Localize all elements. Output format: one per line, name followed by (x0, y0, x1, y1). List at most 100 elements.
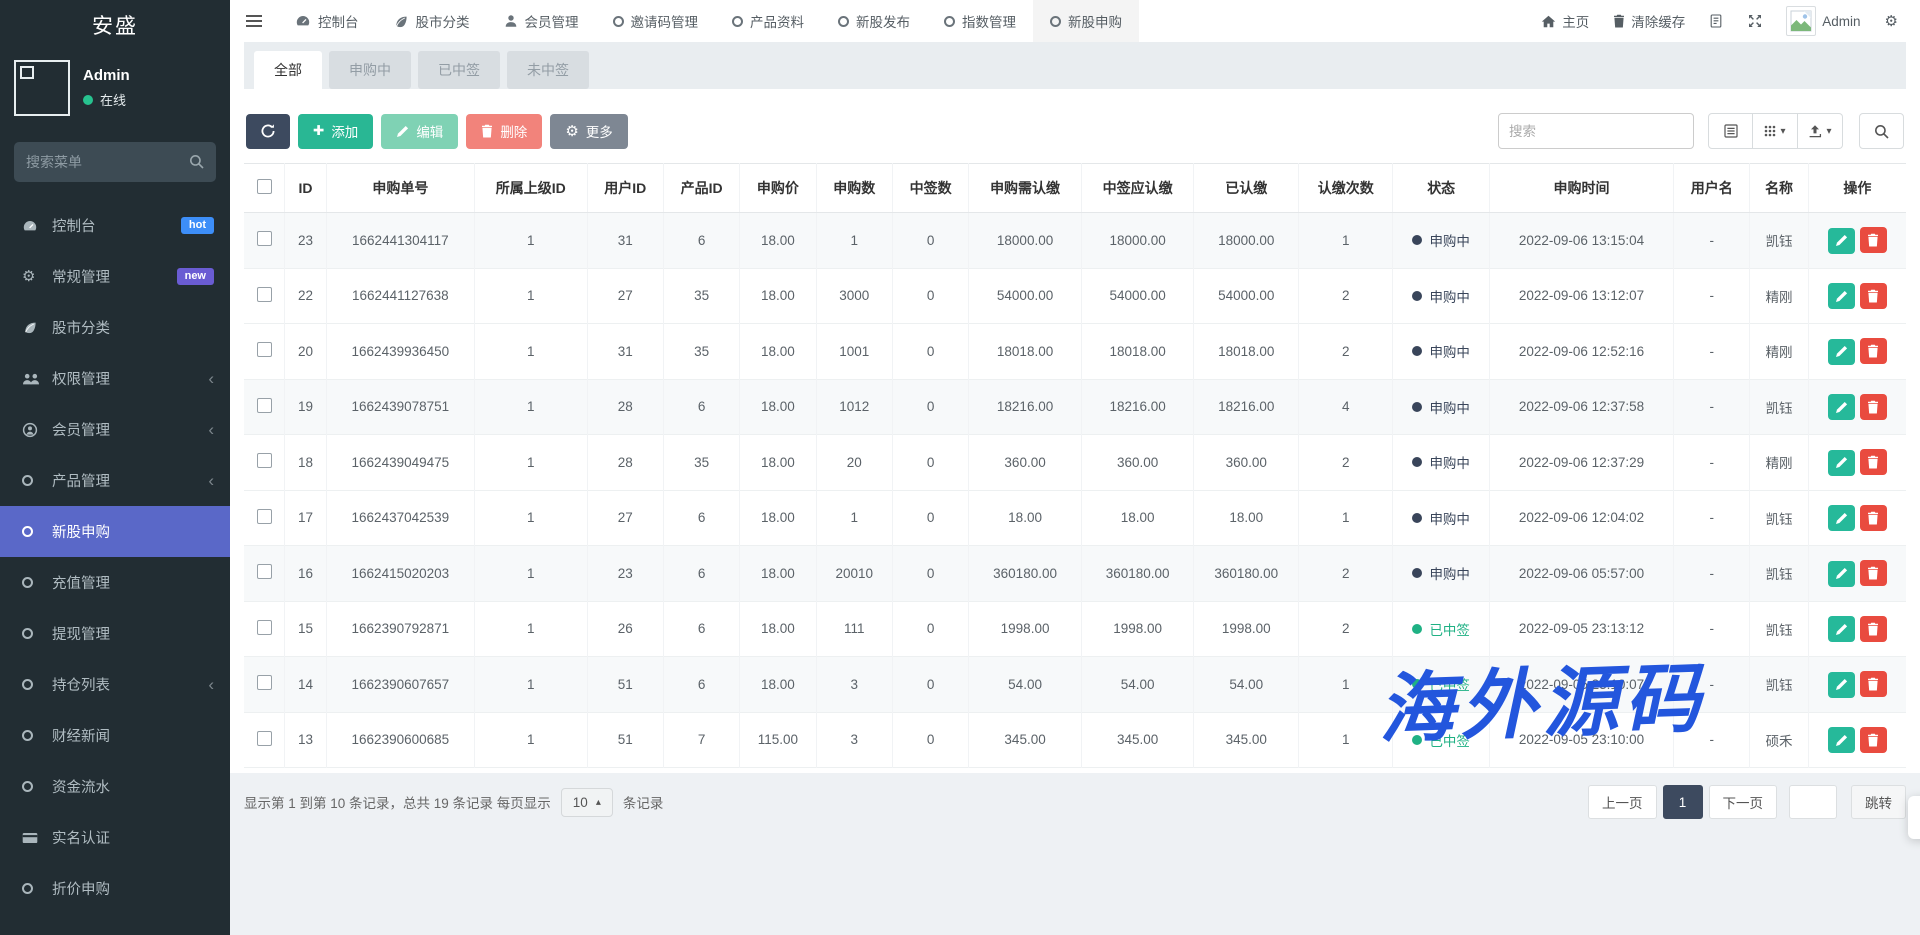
row-edit-button[interactable] (1828, 727, 1855, 753)
row-checkbox[interactable] (257, 564, 272, 579)
tab-已中签[interactable]: 已中签 (418, 51, 500, 89)
row-checkbox[interactable] (257, 398, 272, 413)
row-delete-button[interactable] (1860, 727, 1887, 753)
row-edit-button[interactable] (1828, 561, 1855, 587)
sidebar-item-资金流水[interactable]: 资金流水 (0, 761, 230, 812)
refresh-button[interactable] (246, 114, 290, 149)
row-checkbox[interactable] (257, 509, 272, 524)
row-checkbox[interactable] (257, 453, 272, 468)
current-page-button[interactable]: 1 (1663, 785, 1703, 819)
row-delete-button[interactable] (1860, 283, 1887, 309)
columns-button[interactable]: ▾ (1753, 113, 1798, 149)
speedometer-icon (295, 14, 311, 28)
clear-cache-link[interactable]: 清除缓存 (1613, 11, 1685, 31)
settings-button[interactable]: ⚙ (1885, 14, 1898, 29)
tab-全部[interactable]: 全部 (254, 51, 322, 93)
row-delete-button[interactable] (1860, 338, 1887, 364)
table-row: 2016624399364501313518.001001018018.0018… (244, 324, 1906, 380)
col-header-申购价: 申购价 (740, 164, 816, 213)
row-checkbox[interactable] (257, 675, 272, 690)
row-checkbox[interactable] (257, 620, 272, 635)
sidebar-item-股市分类[interactable]: 股市分类 (0, 302, 230, 353)
jump-page-input[interactable] (1789, 785, 1837, 819)
home-link[interactable]: 主页 (1541, 11, 1589, 31)
table-row: 171662437042539127618.001018.0018.0018.0… (244, 490, 1906, 546)
pagination-info-suffix: 条记录 (623, 792, 664, 812)
row-checkbox[interactable] (257, 231, 272, 246)
page-size-select[interactable]: 10▴ (561, 788, 613, 817)
jump-button[interactable]: 跳转 (1851, 785, 1906, 819)
sidebar-item-新股申购[interactable]: 新股申购 (0, 506, 230, 557)
row-edit-button[interactable] (1828, 505, 1855, 531)
row-edit-button[interactable] (1828, 339, 1855, 365)
add-button[interactable]: ✚添加 (298, 114, 373, 149)
nav-tab-新股发布[interactable]: 新股发布 (821, 0, 927, 42)
sidebar-search-input[interactable] (14, 142, 216, 182)
row-delete-button[interactable] (1860, 227, 1887, 253)
cell: 345.00 (1194, 712, 1299, 768)
row-checkbox[interactable] (257, 731, 272, 746)
row-delete-button[interactable] (1860, 560, 1887, 586)
row-delete-button[interactable] (1860, 616, 1887, 642)
status-dot-icon (1412, 735, 1422, 745)
row-edit-button[interactable] (1828, 616, 1855, 642)
nav-tab-产品资料[interactable]: 产品资料 (715, 0, 821, 42)
sidebar-item-提现管理[interactable]: 提现管理 (0, 608, 230, 659)
nav-tab-新股申购[interactable]: 新股申购 (1033, 0, 1139, 42)
search-button[interactable] (1859, 113, 1904, 149)
status-badge: 申购中 (1412, 341, 1470, 361)
speedometer-icon (22, 219, 52, 233)
language-button[interactable] (1709, 14, 1724, 28)
user-menu[interactable]: Admin (1786, 6, 1860, 36)
circle-icon (732, 16, 743, 27)
nav-tab-指数管理[interactable]: 指数管理 (927, 0, 1033, 42)
sidebar-item-实名认证[interactable]: 实名认证 (0, 812, 230, 863)
sidebar-item-财经新闻[interactable]: 财经新闻 (0, 710, 230, 761)
cell: 27 (587, 490, 663, 546)
sidebar-item-控制台[interactable]: 控制台hot (0, 200, 230, 251)
row-delete-button[interactable] (1860, 671, 1887, 697)
row-delete-button[interactable] (1860, 505, 1887, 531)
sidebar-item-持仓列表[interactable]: 持仓列表‹ (0, 659, 230, 710)
sidebar-item-权限管理[interactable]: 权限管理‹ (0, 353, 230, 404)
detail-view-button[interactable] (1708, 113, 1753, 149)
row-edit-button[interactable] (1828, 450, 1855, 476)
row-edit-button[interactable] (1828, 283, 1855, 309)
nav-tab-股市分类[interactable]: 股市分类 (376, 0, 487, 42)
delete-button[interactable]: 删除 (466, 114, 542, 149)
col-header-已认缴: 已认缴 (1194, 164, 1299, 213)
row-delete-button[interactable] (1860, 394, 1887, 420)
tab-申购中[interactable]: 申购中 (329, 51, 411, 89)
sidebar-item-折价申购[interactable]: 折价申购 (0, 863, 230, 914)
cell: 1662390607657 (326, 657, 474, 713)
row-checkbox[interactable] (257, 342, 272, 357)
cell-name: 硕禾 (1750, 712, 1808, 768)
col-header-申购单号: 申购单号 (326, 164, 474, 213)
sidebar-item-会员管理[interactable]: 会员管理‹ (0, 404, 230, 455)
sidebar-item-常规管理[interactable]: ⚙常规管理new (0, 251, 230, 302)
more-button[interactable]: ⚙更多 (550, 114, 627, 149)
row-checkbox[interactable] (257, 287, 272, 302)
hamburger-icon[interactable] (230, 0, 278, 42)
select-all-checkbox[interactable] (257, 179, 272, 194)
nav-tab-邀请码管理[interactable]: 邀请码管理 (596, 0, 716, 42)
row-delete-button[interactable] (1860, 449, 1887, 475)
export-button[interactable]: ▾ (1798, 113, 1843, 149)
cell: 345.00 (969, 712, 1082, 768)
nav-tab-会员管理[interactable]: 会员管理 (487, 0, 596, 42)
nav-tab-控制台[interactable]: 控制台 (278, 0, 376, 42)
row-edit-button[interactable] (1828, 228, 1855, 254)
table-search-input[interactable] (1498, 113, 1694, 149)
fullscreen-button[interactable] (1748, 14, 1762, 28)
cell-time: 2022-09-06 12:04:02 (1489, 490, 1673, 546)
cell: 1 (474, 213, 587, 269)
tab-未中签[interactable]: 未中签 (507, 51, 589, 89)
row-edit-button[interactable] (1828, 394, 1855, 420)
next-page-button[interactable]: 下一页 (1709, 785, 1778, 819)
row-edit-button[interactable] (1828, 672, 1855, 698)
prev-page-button[interactable]: 上一页 (1588, 785, 1657, 819)
sidebar-item-充值管理[interactable]: 充值管理 (0, 557, 230, 608)
sidebar-item-产品管理[interactable]: 产品管理‹ (0, 455, 230, 506)
edit-button[interactable]: 编辑 (381, 114, 458, 149)
cell-username: - (1674, 213, 1750, 269)
